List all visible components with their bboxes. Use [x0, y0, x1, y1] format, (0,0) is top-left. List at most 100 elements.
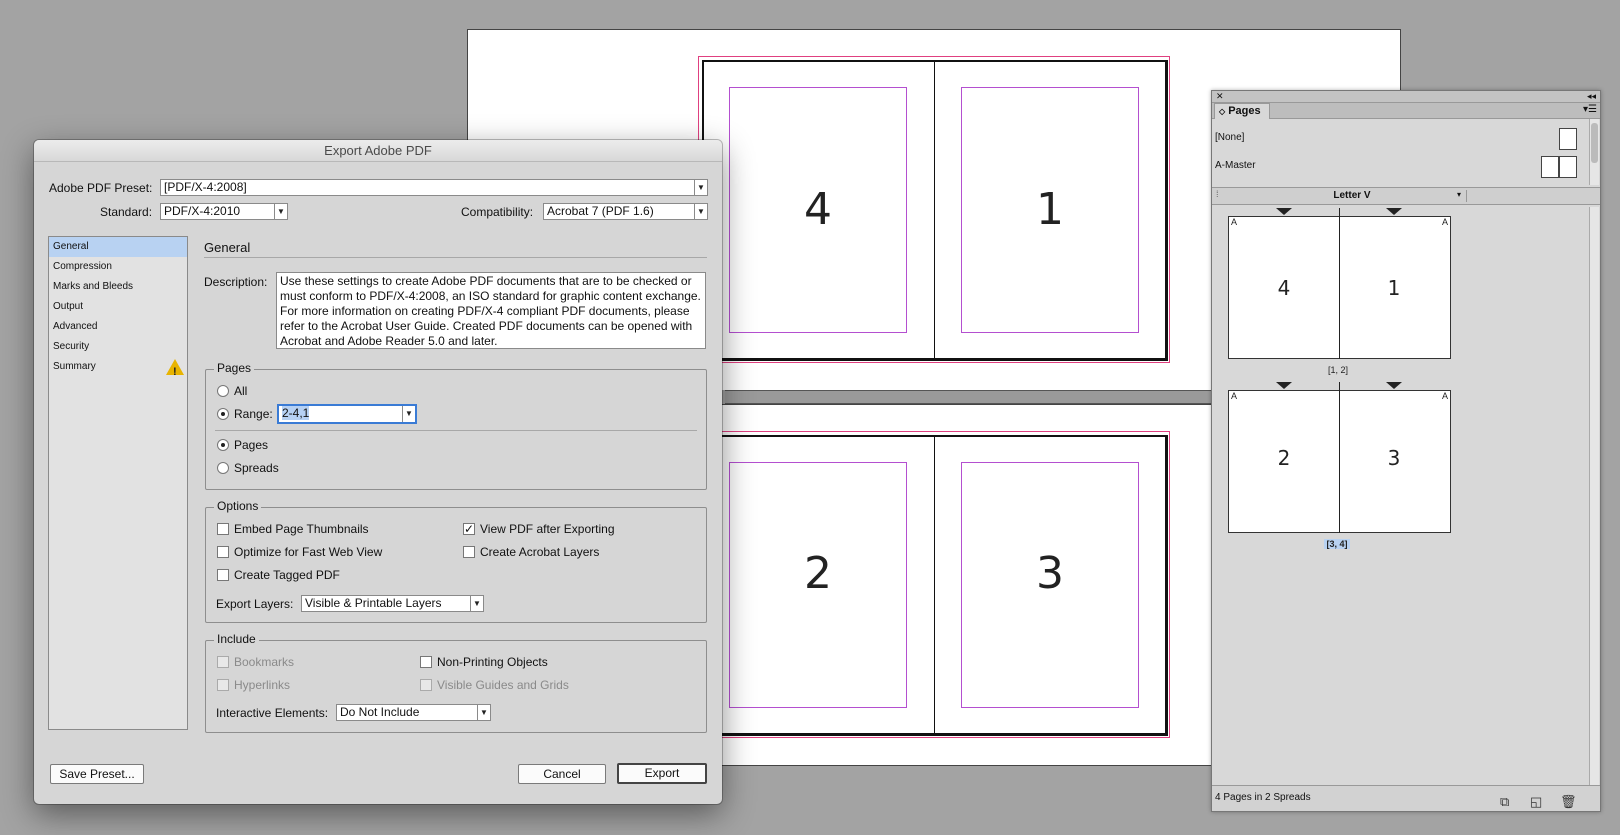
radio-spreads[interactable] [217, 462, 229, 474]
master-prefix: A [1442, 217, 1449, 227]
pages-panel: ✕ ◂◂ ▾☰ ◇ Pages [None] A-Master ⁞ Letter… [1211, 90, 1601, 812]
panel-tabbar: ▾☰ [1212, 103, 1600, 119]
compat-label: Compatibility: [461, 205, 534, 219]
check-bookmarks[interactable] [217, 656, 229, 668]
nav-item-security[interactable]: Security [49, 337, 187, 357]
check-guides-label: Visible Guides and Grids [437, 678, 569, 692]
close-icon[interactable]: ✕ [1216, 91, 1224, 102]
check-optimize-web-label: Optimize for Fast Web View [234, 545, 383, 559]
check-acrobat-layers[interactable] [463, 546, 475, 558]
nav-item-output[interactable]: Output [49, 297, 187, 317]
tab-pages[interactable]: ◇ Pages [1214, 103, 1270, 119]
export-pdf-dialog: Export Adobe PDF Adobe PDF Preset: [PDF/… [34, 140, 722, 804]
thumb-page-number: 3 [1387, 446, 1401, 470]
thumb-page-number: 2 [1277, 446, 1291, 470]
compat-value: Acrobat 7 (PDF 1.6) [547, 204, 654, 218]
master-thumbnail [1541, 156, 1559, 178]
nav-item-general[interactable]: General [49, 237, 187, 257]
pg-mark-icon [1386, 382, 1402, 389]
footer-status: 4 Pages in 2 Spreads [1215, 792, 1311, 803]
pages-scrollbar[interactable] [1589, 207, 1599, 785]
check-embed-thumbnails-label: Embed Page Thumbnails [234, 522, 369, 536]
radio-range[interactable] [217, 408, 229, 420]
check-optimize-web[interactable] [217, 546, 229, 558]
export-button[interactable]: Export [617, 763, 707, 784]
include-legend: Include [214, 632, 259, 646]
radio-pages[interactable] [217, 439, 229, 451]
interactive-select[interactable]: Do Not Include ▼ [336, 704, 491, 721]
check-hyperlinks[interactable] [217, 679, 229, 691]
warning-icon [166, 359, 184, 382]
page-size-bar[interactable]: ⁞ Letter V ▾ [1212, 187, 1600, 205]
spread-1-spine [934, 60, 935, 360]
check-guides[interactable] [420, 679, 432, 691]
scroll-thumb[interactable] [1591, 123, 1598, 163]
chevron-down-icon: ▼ [477, 705, 490, 720]
panel-menu-icon[interactable]: ▾☰ [1583, 104, 1597, 115]
compat-select[interactable]: Acrobat 7 (PDF 1.6) ▼ [543, 203, 708, 220]
master-prefix: A [1442, 391, 1449, 401]
check-non-printing[interactable] [420, 656, 432, 668]
nav-item-summary[interactable]: Summary [49, 357, 187, 382]
master-thumbnail [1559, 128, 1577, 150]
pages-rule [215, 430, 697, 431]
section-title: General [204, 240, 251, 255]
new-page-icon[interactable]: ◱ [1530, 790, 1542, 814]
spread-label[interactable]: [1, 2] [1318, 365, 1358, 375]
section-rule [204, 257, 707, 258]
radio-pages-label: Pages [234, 438, 269, 452]
master-label: [None] [1215, 132, 1245, 143]
chevron-down-icon: ▾ [1457, 190, 1462, 199]
export-layers-value: Visible & Printable Layers [305, 596, 442, 610]
master-label: A-Master [1215, 160, 1256, 171]
master-prefix: A [1231, 391, 1238, 401]
masters-scrollbar[interactable] [1589, 119, 1599, 185]
radio-range-label: Range: [234, 407, 273, 421]
check-hyperlinks-label: Hyperlinks [234, 678, 291, 692]
bar-separator [1466, 190, 1467, 202]
grip-icon: ⁞ [1216, 189, 1219, 199]
interactive-label: Interactive Elements: [216, 706, 329, 720]
check-view-after-export[interactable]: ✓ [463, 523, 475, 535]
pages-legend: Pages [214, 361, 255, 375]
page-number: 3 [1036, 548, 1064, 599]
pg-mark-icon [1276, 382, 1292, 389]
description-label: Description: [204, 275, 268, 289]
pg-mark-icon [1386, 208, 1402, 215]
save-preset-button[interactable]: Save Preset... [50, 764, 144, 784]
check-bookmarks-label: Bookmarks [234, 655, 295, 669]
trash-icon[interactable]: 🗑 [1560, 790, 1577, 814]
check-embed-thumbnails[interactable] [217, 523, 229, 535]
panel-topbar: ✕ ◂◂ [1212, 91, 1600, 103]
tab-toggle-icon: ◇ [1219, 107, 1226, 116]
collapse-icon[interactable]: ◂◂ [1587, 91, 1596, 102]
export-layers-select[interactable]: Visible & Printable Layers ▼ [301, 595, 484, 612]
check-tagged-pdf-label: Create Tagged PDF [234, 568, 340, 582]
check-tagged-pdf[interactable] [217, 569, 229, 581]
edit-page-size-icon[interactable]: ⧉ [1500, 790, 1509, 814]
chevron-down-icon: ▼ [470, 596, 483, 611]
description-text[interactable]: Use these settings to create Adobe PDF d… [276, 272, 706, 349]
page-number: 1 [1036, 184, 1064, 235]
preset-select[interactable]: [PDF/X-4:2008] ▼ [160, 179, 708, 196]
nav-item-compression[interactable]: Compression [49, 257, 187, 277]
check-view-after-export-label: View PDF after Exporting [480, 522, 615, 536]
chevron-down-icon: ▼ [402, 406, 415, 422]
cancel-button[interactable]: Cancel [518, 764, 606, 784]
standard-value: PDF/X-4:2010 [164, 204, 241, 218]
nav-item-advanced[interactable]: Advanced [49, 317, 187, 337]
range-input[interactable]: 2-4,1 ▼ [277, 404, 417, 424]
radio-all[interactable] [217, 385, 229, 397]
dialog-title: Export Adobe PDF [34, 140, 722, 162]
master-item-a[interactable]: A-Master [1212, 152, 1588, 180]
thumb-spine [1339, 208, 1340, 359]
chevron-down-icon: ▼ [694, 204, 707, 219]
preset-label: Adobe PDF Preset: [49, 181, 153, 195]
nav-item-marks-bleeds[interactable]: Marks and Bleeds [49, 277, 187, 297]
master-thumbnail [1559, 156, 1577, 178]
master-item-none[interactable]: [None] [1212, 124, 1588, 152]
chevron-down-icon: ▼ [694, 180, 707, 195]
spread-label-selected[interactable]: [3, 4] [1324, 539, 1350, 549]
standard-select[interactable]: PDF/X-4:2010 ▼ [160, 203, 288, 220]
thumb-page-number: 1 [1387, 276, 1401, 300]
